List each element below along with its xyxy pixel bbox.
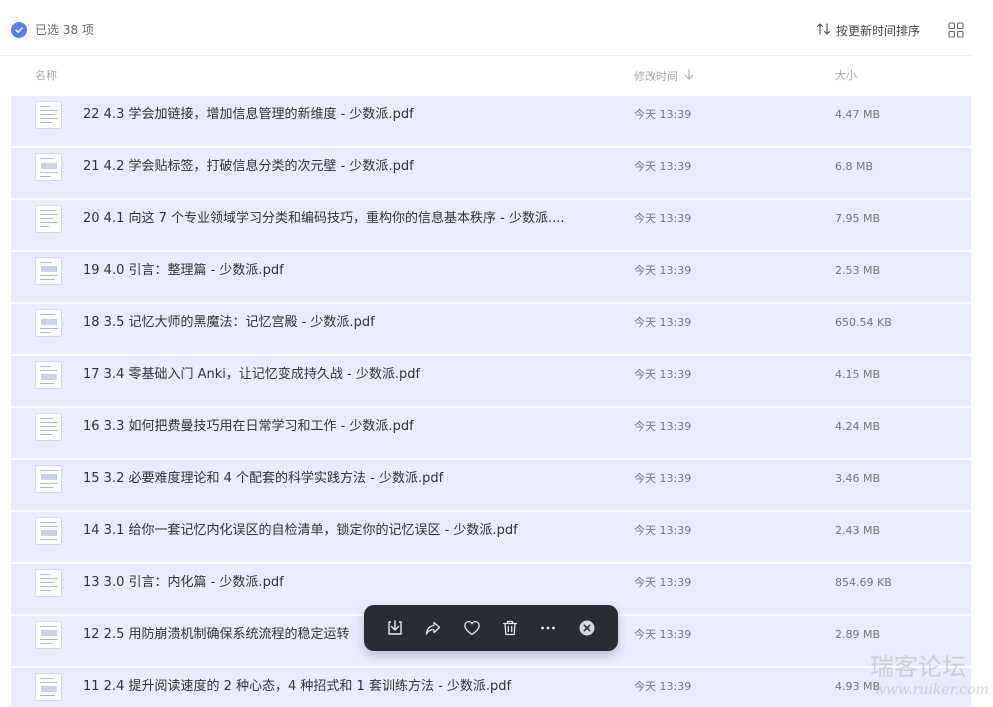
share-icon[interactable]: [421, 616, 445, 640]
file-date: 今天 13:39: [634, 368, 692, 381]
pdf-thumbnail-icon: [35, 257, 62, 285]
download-icon[interactable]: [383, 616, 407, 640]
file-size: 4.15 MB: [835, 368, 881, 381]
file-size: 854.69 KB: [835, 576, 892, 589]
column-modified-label: 修改时间: [634, 69, 678, 83]
file-date: 今天 13:39: [634, 160, 692, 173]
pdf-thumbnail-icon: [35, 101, 62, 129]
file-row[interactable]: 22 4.3 学会加链接，增加信息管理的新维度 - 少数派.pdf 今天 13:…: [11, 96, 971, 147]
file-size: 4.24 MB: [835, 420, 881, 433]
file-row[interactable]: 19 4.0 引言：整理篇 - 少数派.pdf 今天 13:39 2.53 MB: [11, 252, 971, 303]
file-name: 20 4.1 向这 7 个专业领域学习分类和编码技巧，重构你的信息基本秩序 - …: [83, 211, 565, 226]
file-row[interactable]: 21 4.2 学会贴标签，打破信息分类的次元壁 - 少数派.pdf 今天 13:…: [11, 148, 971, 199]
more-icon[interactable]: [536, 616, 560, 640]
column-name[interactable]: 名称: [35, 69, 57, 83]
selected-count: 已选 38 项: [35, 23, 94, 37]
file-date: 今天 13:39: [634, 680, 692, 693]
column-name-label: 名称: [35, 69, 57, 82]
file-name: 11 2.4 提升阅读速度的 2 种心态，4 种招式和 1 套训练方法 - 少数…: [83, 679, 512, 694]
table-header: 名称 修改时间 大小: [0, 56, 971, 96]
column-size-label: 大小: [835, 69, 857, 82]
sort-label: 按更新时间排序: [836, 23, 921, 38]
pdf-thumbnail-icon: [35, 569, 62, 597]
file-row[interactable]: 15 3.2 必要难度理论和 4 个配套的科学实践方法 - 少数派.pdf 今天…: [11, 460, 971, 511]
file-date: 今天 13:39: [634, 472, 692, 485]
file-row[interactable]: 11 2.4 提升阅读速度的 2 种心态，4 种招式和 1 套训练方法 - 少数…: [11, 668, 971, 707]
sort-button[interactable]: 按更新时间排序: [816, 21, 920, 40]
file-row[interactable]: 14 3.1 给你一套记忆内化误区的自检清单，锁定你的记忆误区 - 少数派.pd…: [11, 512, 971, 563]
file-row[interactable]: 18 3.5 记忆大师的黑魔法：记忆宫殿 - 少数派.pdf 今天 13:39 …: [11, 304, 971, 355]
watermark: 瑞客论坛 www.ruiker.com: [870, 652, 993, 704]
pdf-thumbnail-icon: [35, 309, 62, 337]
column-modified[interactable]: 修改时间: [634, 69, 694, 84]
file-name: 22 4.3 学会加链接，增加信息管理的新维度 - 少数派.pdf: [83, 107, 414, 122]
file-date: 今天 13:39: [634, 628, 692, 641]
pdf-thumbnail-icon: [35, 361, 62, 389]
trash-icon[interactable]: [498, 616, 522, 640]
selected-check-icon[interactable]: [11, 22, 27, 38]
pdf-thumbnail-icon: [35, 413, 62, 441]
file-name: 19 4.0 引言：整理篇 - 少数派.pdf: [83, 263, 284, 278]
sort-arrows-icon: [816, 21, 831, 40]
file-date: 今天 13:39: [634, 108, 692, 121]
file-date: 今天 13:39: [634, 524, 692, 537]
file-date: 今天 13:39: [634, 316, 692, 329]
sort-desc-icon: [684, 69, 694, 84]
file-row[interactable]: 16 3.3 如何把费曼技巧用在日常学习和工作 - 少数派.pdf 今天 13:…: [11, 408, 971, 459]
watermark-sub: www.ruiker.com: [874, 682, 989, 698]
file-size: 3.46 MB: [835, 472, 881, 485]
file-date: 今天 13:39: [634, 264, 692, 277]
file-date: 今天 13:39: [634, 212, 692, 225]
file-name: 15 3.2 必要难度理论和 4 个配套的科学实践方法 - 少数派.pdf: [83, 471, 444, 486]
file-name: 13 3.0 引言：内化篇 - 少数派.pdf: [83, 575, 284, 590]
file-name: 21 4.2 学会贴标签，打破信息分类的次元壁 - 少数派.pdf: [83, 159, 414, 174]
pdf-thumbnail-icon: [35, 465, 62, 493]
close-icon[interactable]: [575, 616, 599, 640]
column-size[interactable]: 大小: [835, 69, 857, 83]
pdf-thumbnail-icon: [35, 153, 62, 181]
file-size: 7.95 MB: [835, 212, 881, 225]
pdf-thumbnail-icon: [35, 673, 62, 701]
file-date: 今天 13:39: [634, 576, 692, 589]
file-name: 16 3.3 如何把费曼技巧用在日常学习和工作 - 少数派.pdf: [83, 419, 414, 434]
heart-icon[interactable]: [460, 616, 484, 640]
pdf-thumbnail-icon: [35, 517, 62, 545]
file-row[interactable]: 17 3.4 零基础入门 Anki，让记忆变成持久战 - 少数派.pdf 今天 …: [11, 356, 971, 407]
watermark-main: 瑞客论坛: [870, 653, 966, 681]
grid-view-icon[interactable]: [948, 22, 964, 42]
pdf-thumbnail-icon: [35, 205, 62, 233]
file-name: 17 3.4 零基础入门 Anki，让记忆变成持久战 - 少数派.pdf: [83, 367, 421, 382]
file-size: 2.43 MB: [835, 524, 881, 537]
file-row[interactable]: 20 4.1 向这 7 个专业领域学习分类和编码技巧，重构你的信息基本秩序 - …: [11, 200, 971, 251]
file-date: 今天 13:39: [634, 420, 692, 433]
file-size: 2.89 MB: [835, 628, 881, 641]
file-name: 18 3.5 记忆大师的黑魔法：记忆宫殿 - 少数派.pdf: [83, 315, 375, 330]
selection-action-bar: [364, 605, 618, 651]
selection-toolbar: 已选 38 项 按更新时间排序: [0, 0, 971, 56]
file-size: 2.53 MB: [835, 264, 881, 277]
file-size: 6.8 MB: [835, 160, 874, 173]
file-size: 4.47 MB: [835, 108, 881, 121]
pdf-thumbnail-icon: [35, 621, 62, 649]
file-size: 650.54 KB: [835, 316, 892, 329]
file-name: 14 3.1 给你一套记忆内化误区的自检清单，锁定你的记忆误区 - 少数派.pd…: [83, 523, 518, 538]
